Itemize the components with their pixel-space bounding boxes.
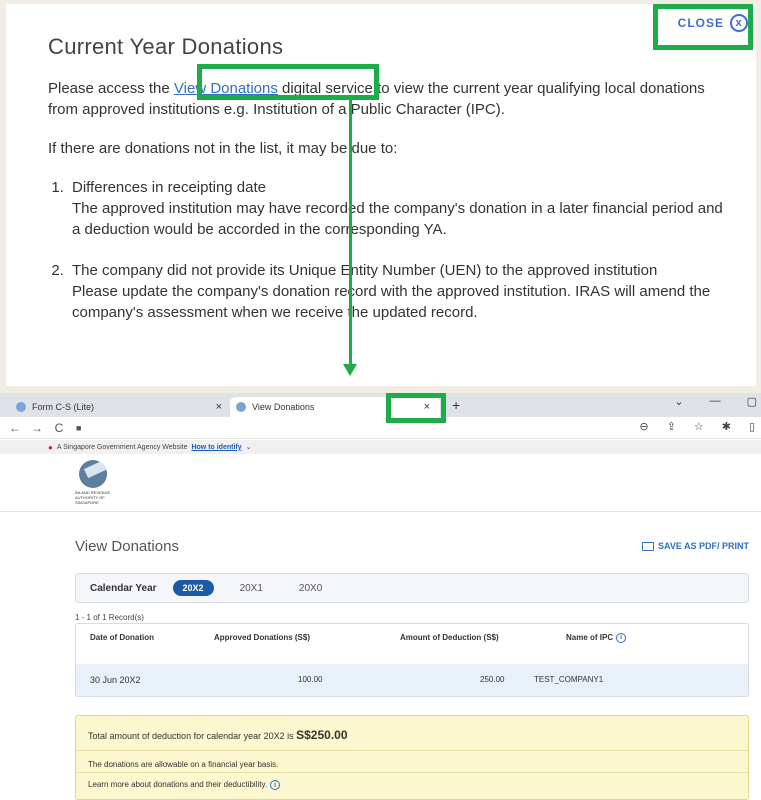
gov-banner: ● A Singapore Government Agency Website …	[0, 440, 761, 454]
forward-icon[interactable]: →	[30, 421, 44, 435]
how-to-identify-link[interactable]: How to identify	[191, 444, 241, 451]
logo-text: INLAND REVENUE AUTHORITY OF SINGAPORE	[75, 490, 111, 505]
divider	[76, 772, 748, 773]
restore-icon[interactable]: ▢	[747, 395, 757, 408]
site-header: INLAND REVENUE AUTHORITY OF SINGAPORE	[0, 454, 761, 512]
share-icon[interactable]: ⇪	[667, 420, 676, 433]
column-header: Approved Donations (S$)	[214, 633, 311, 642]
sidepanel-icon[interactable]: ▯	[749, 420, 755, 433]
divider	[76, 750, 748, 751]
highlight-tab-close	[386, 393, 446, 423]
deduction-summary: Total amount of deduction for calendar y…	[75, 715, 749, 800]
cell-ipc-name: TEST_COMPANY1	[534, 675, 604, 684]
reason-detail: Please update the company's donation rec…	[72, 283, 711, 321]
annotation-arrow	[349, 96, 352, 366]
zoom-icon[interactable]: ⊖	[639, 420, 648, 433]
info-icon[interactable]: i	[270, 780, 281, 790]
cell-date: 30 Jun 20X2	[90, 675, 141, 685]
modal-title: Current Year Donations	[48, 34, 284, 59]
back-icon[interactable]: ←	[8, 421, 22, 435]
chevron-down-icon[interactable]: ⌄	[674, 395, 683, 408]
donations-info-modal: Current Year Donations CLOSE x Please ac…	[6, 4, 756, 386]
info-icon[interactable]: i	[616, 632, 627, 643]
intro-paragraph: Please access the View Donations digital…	[48, 80, 705, 118]
column-header-ipc: Name of IPC i	[566, 632, 627, 643]
allowable-note: The donations are allowable on a financi…	[88, 760, 279, 769]
sg-lion-icon: ●	[48, 442, 53, 452]
cell-deduction: 250.00	[480, 675, 505, 684]
reasons-list: Differences in receipting date The appro…	[48, 177, 728, 323]
iras-logo[interactable]: INLAND REVENUE AUTHORITY OF SINGAPORE	[75, 460, 121, 510]
printer-icon	[641, 541, 654, 551]
record-count: 1 - 1 of 1 Record(s)	[75, 613, 144, 622]
highlight-close-button	[653, 4, 753, 50]
reasons-intro: If there are donations not in the list, …	[48, 140, 398, 157]
tab-bar: Form C-S (Lite) × View Donations × + ⌄ —…	[0, 393, 761, 417]
year-option[interactable]: 20X0	[299, 583, 322, 594]
page-title: View Donations	[75, 538, 179, 555]
favicon-icon	[236, 402, 246, 412]
minimize-icon[interactable]: —	[710, 395, 721, 408]
favicon-icon	[16, 402, 26, 412]
reason-item: The company did not provide its Unique E…	[68, 260, 728, 323]
logo-emblem-icon	[79, 460, 107, 488]
calendar-year-label: Calendar Year	[90, 582, 157, 594]
learn-more-text: Learn more about donations and their ded…	[88, 780, 281, 790]
calendar-year-selector: Calendar Year 20X2 20X1 20X0	[75, 573, 749, 603]
save-as-pdf-button[interactable]: SAVE AS PDF/ PRINT	[641, 541, 749, 551]
reason-item: Differences in receipting date The appro…	[68, 177, 728, 240]
reason-title: The company did not provide its Unique E…	[72, 262, 658, 279]
browser-window: Form C-S (Lite) × View Donations × + ⌄ —…	[0, 393, 761, 800]
lock-icon: ■	[76, 422, 82, 433]
modal-body: Please access the View Donations digital…	[48, 78, 728, 343]
year-option[interactable]: 20X1	[240, 583, 263, 594]
tab-form-cs-lite[interactable]: Form C-S (Lite) ×	[10, 397, 230, 417]
arrow-down-icon	[343, 364, 357, 376]
window-controls: ⌄ — ▢	[674, 395, 761, 408]
table-row: 30 Jun 20X2 100.00 250.00 TEST_COMPANY1	[76, 664, 748, 696]
new-tab-button[interactable]: +	[452, 397, 460, 413]
reload-icon[interactable]: C	[52, 421, 66, 435]
column-header: Amount of Deduction (S$)	[400, 633, 499, 642]
star-icon[interactable]: ☆	[694, 420, 704, 433]
reason-detail: The approved institution may have record…	[72, 200, 723, 238]
extensions-icon[interactable]: ✱	[722, 420, 731, 433]
tab-close-icon[interactable]: ×	[216, 401, 222, 413]
total-deduction-text: Total amount of deduction for calendar y…	[88, 728, 348, 742]
toolbar-actions: ⊖ ⇪ ☆ ✱ ▯	[639, 420, 755, 433]
highlight-view-donations-link	[197, 64, 379, 100]
year-option-selected[interactable]: 20X2	[172, 580, 214, 596]
total-amount: S$250.00	[296, 728, 348, 742]
column-header: Date of Donation	[90, 633, 154, 642]
browser-toolbar: ← → C ■ ⊖ ⇪ ☆ ✱ ▯	[0, 417, 761, 439]
reason-title: Differences in receipting date	[72, 179, 267, 196]
donations-table: Date of Donation Approved Donations (S$)…	[75, 623, 749, 697]
screenshot-root: Current Year Donations CLOSE x Please ac…	[0, 0, 761, 800]
cell-approved: 100.00	[298, 675, 323, 684]
chevron-down-icon[interactable]: ⌄	[246, 443, 252, 451]
